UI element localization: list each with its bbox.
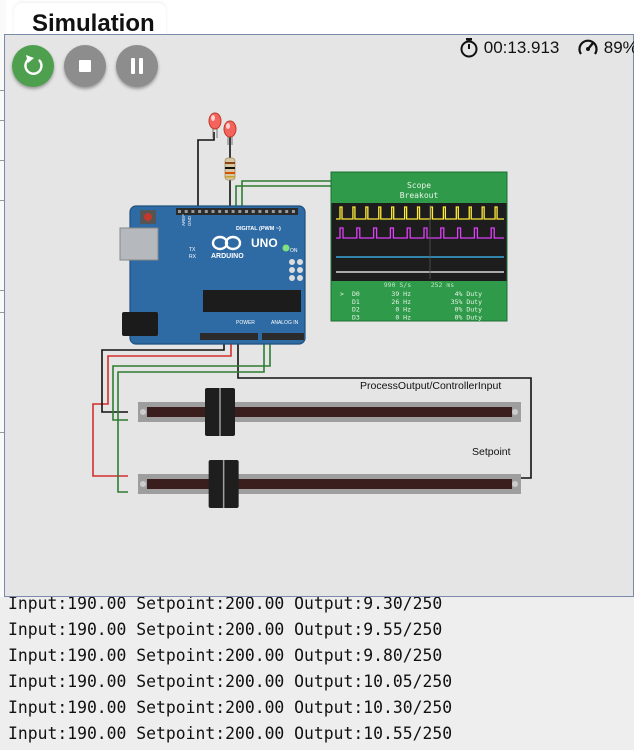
serial-line: Input:190.00 Setpoint:200.00 Output:10.0… <box>8 672 453 691</box>
simulation-performance: 89% <box>577 37 634 59</box>
slider-label-setpoint: Setpoint <box>472 446 511 458</box>
scope-row-cell: 26 Hz <box>391 298 411 306</box>
slider-label-process-output: ProcessOutput/ControllerInput <box>360 380 501 392</box>
analog-label: ANALOG IN <box>271 320 299 326</box>
scope-row-cell: 0% Duty <box>455 306 482 314</box>
scope-row-cell: 0 Hz <box>395 306 411 314</box>
resistor[interactable] <box>224 157 236 181</box>
tx-label: TX <box>189 247 196 253</box>
serial-line: Input:190.00 Setpoint:200.00 Output:10.3… <box>8 698 453 717</box>
scope-header: 990 S/s 252 ms <box>384 281 455 289</box>
gnd-label: GND <box>187 215 192 226</box>
atmega-chip <box>203 290 301 312</box>
scope-row-cell: 39 Hz <box>391 290 411 298</box>
scope-row-cell: > <box>340 290 344 298</box>
restart-button[interactable] <box>12 45 54 87</box>
scope-row-cell: D3 <box>352 313 360 321</box>
slider-knob[interactable] <box>205 388 235 436</box>
arduino-brand: ARDUINO <box>211 253 244 260</box>
scope-row-cell: 35% Duty <box>451 298 482 306</box>
scope-row-cell: D0 <box>352 290 360 298</box>
power-jack <box>122 312 158 336</box>
stopwatch-icon <box>460 38 478 58</box>
usb-port <box>119 227 159 261</box>
arduino-uno-board[interactable]: ARDUINO UNO DIGITAL (PWM ~) POWER ANALOG… <box>119 205 306 345</box>
stop-button[interactable] <box>64 45 106 87</box>
speedometer-icon <box>578 39 598 55</box>
scope-title-2: Breakout <box>400 191 439 200</box>
power-header <box>200 333 258 340</box>
arduino-model: UNO <box>251 236 278 250</box>
led-1[interactable] <box>208 112 222 138</box>
simulation-timer: 00:13.913 <box>459 37 559 59</box>
serial-line: Input:190.00 Setpoint:200.00 Output:9.80… <box>8 646 443 665</box>
performance-value: 89% <box>603 38 634 57</box>
timer-value: 00:13.913 <box>483 38 560 57</box>
rx-label: RX <box>189 254 197 260</box>
serial-line: Input:190.00 Setpoint:200.00 Output:10.5… <box>8 724 453 743</box>
reset-button <box>144 213 152 221</box>
stop-icon <box>79 60 91 72</box>
aref-label: AREF <box>181 214 186 226</box>
scope-title-1: Scope <box>407 181 431 190</box>
scope-row-cell: D1 <box>352 298 360 306</box>
slider-setpoint[interactable]: Setpoint <box>138 446 521 508</box>
pause-button[interactable] <box>116 45 158 87</box>
serial-line: Input:190.00 Setpoint:200.00 Output:9.55… <box>8 620 443 639</box>
digital-label: DIGITAL (PWM ~) <box>236 226 281 232</box>
serial-monitor[interactable]: Input:190.00 Setpoint:200.00 Output:9.30… <box>0 597 634 750</box>
scope-row-cell: 0 Hz <box>395 313 411 321</box>
slider-knob[interactable] <box>208 460 239 508</box>
wire-led-gnd <box>197 132 215 214</box>
analog-header <box>262 333 304 340</box>
slider-process-output[interactable]: ProcessOutput/ControllerInput <box>138 380 521 436</box>
serial-line: Input:190.00 Setpoint:200.00 Output:9.30… <box>8 597 443 613</box>
power-label: POWER <box>236 320 255 326</box>
scope-breakout[interactable]: Scope Breakout 990 S/s 252 ms > D0 39 Hz 4%… <box>330 171 508 322</box>
scope-row-cell: 0% Duty <box>455 313 482 321</box>
restart-icon <box>24 55 43 75</box>
scope-row-cell: 4% Duty <box>455 290 482 298</box>
on-label: ON <box>290 248 298 254</box>
scope-row-cell: D2 <box>352 306 360 314</box>
